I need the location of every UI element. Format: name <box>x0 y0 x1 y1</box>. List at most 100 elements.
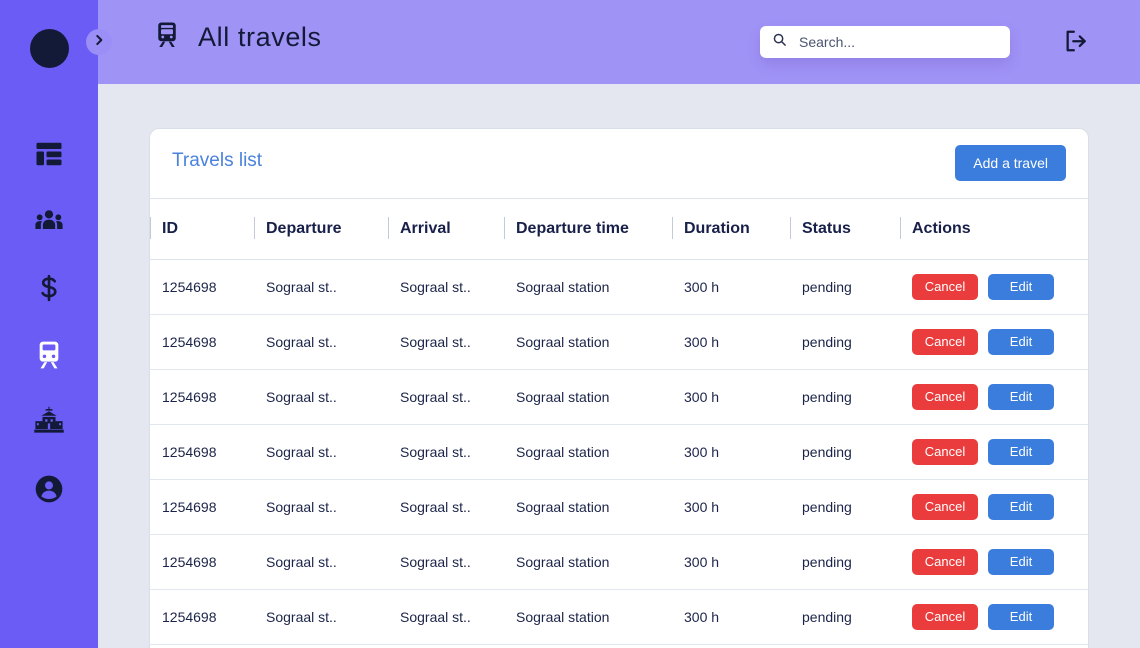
edit-button[interactable]: Edit <box>988 603 1054 630</box>
sidebar <box>0 0 112 648</box>
cell-departure: Sograal st.. <box>254 644 388 648</box>
edit-button[interactable]: Edit <box>988 438 1054 465</box>
sidebar-item-payments[interactable] <box>0 254 98 321</box>
people-group-icon <box>33 205 65 237</box>
action-buttons: Cancel Edit <box>912 328 1088 355</box>
cell-duration: 300 h <box>672 479 790 535</box>
sidebar-item-travels[interactable] <box>0 321 98 388</box>
cell-departure: Sograal st.. <box>254 589 388 645</box>
cell-arrival: Sograal st.. <box>388 479 504 535</box>
table-row: 1254698Sograal st..Sograal st..Sograal s… <box>150 589 1088 645</box>
column-header-actions[interactable]: Actions <box>900 199 1088 260</box>
column-header-arrival[interactable]: Arrival <box>388 199 504 260</box>
cancel-button[interactable]: Cancel <box>912 493 978 520</box>
edit-button[interactable]: Edit <box>988 273 1054 300</box>
action-buttons: Cancel Edit <box>912 548 1088 575</box>
table-row: 1254698Sograal st..Sograal st..Sograal s… <box>150 534 1088 590</box>
sidebar-toggle-button[interactable] <box>86 29 112 55</box>
action-buttons: Cancel Edit <box>912 603 1088 630</box>
cell-id: 1254698 <box>150 424 254 480</box>
table-row: 1254698Sograal st..Sograal st..Sograal s… <box>150 259 1088 315</box>
cell-status: pending <box>790 644 900 648</box>
cell-arrival: Sograal st.. <box>388 369 504 425</box>
search-input[interactable] <box>799 34 994 50</box>
cell-id: 1254698 <box>150 259 254 315</box>
table-body: 1254698 Sograal st.. Sograal st.. Sograal s… <box>150 259 1088 648</box>
dollar-sign-icon <box>34 273 64 303</box>
cell-actions: Cancel Edit <box>900 314 1088 370</box>
cancel-button[interactable]: Cancel <box>912 438 978 465</box>
cell-status: pending <box>790 424 900 480</box>
cell-arrival: Sograal st.. <box>388 589 504 645</box>
logout-icon <box>1063 28 1089 59</box>
sidebar-item-account[interactable] <box>0 455 98 522</box>
cell-departure: Sograal st.. <box>254 424 388 480</box>
table-row: 1254698Sograal st..Sograal st..Sograal s… <box>150 479 1088 535</box>
edit-button[interactable]: Edit <box>988 548 1054 575</box>
cell-actions: CancelEdit <box>900 644 1088 648</box>
table-row: 1254698Sograal st..Sograal st..Sograal s… <box>150 644 1088 648</box>
edit-button[interactable]: Edit <box>988 328 1054 355</box>
column-header-departure-time[interactable]: Departure time <box>504 199 672 260</box>
column-header-id[interactable]: ID <box>150 199 254 260</box>
train-icon <box>152 20 182 55</box>
cell-departure: Sograal st.. <box>254 314 388 370</box>
sidebar-item-users[interactable] <box>0 187 98 254</box>
travels-table: ID Departure Arrival Departure time Dura… <box>150 199 1088 648</box>
add-travel-button[interactable]: Add a travel <box>955 145 1066 181</box>
logout-button[interactable] <box>1061 28 1091 58</box>
cancel-button[interactable]: Cancel <box>912 383 978 410</box>
sidebar-item-stations[interactable] <box>0 388 98 455</box>
train-icon <box>33 339 65 371</box>
sidebar-item-dashboard[interactable] <box>0 120 98 187</box>
app-root: All travels Travels list <box>0 0 1140 648</box>
cell-actions: Cancel Edit <box>900 369 1088 425</box>
cell-departure: Sograal st.. <box>254 534 388 590</box>
table-row: 1254698Sograal st..Sograal st..Sograal s… <box>150 314 1088 370</box>
cell-actions: Cancel Edit <box>900 534 1088 590</box>
cell-departure-time: Sograal station <box>504 314 672 370</box>
cell-duration: 300 h <box>672 369 790 425</box>
cell-departure-time: Sograal station <box>504 589 672 645</box>
action-buttons: Cancel Edit <box>912 493 1088 520</box>
cell-duration: 300 h <box>672 424 790 480</box>
action-buttons: Cancel Edit <box>912 438 1088 465</box>
cell-id: 1254698 <box>150 369 254 425</box>
search-box[interactable] <box>760 26 1010 58</box>
cell-id: 1254698 <box>150 589 254 645</box>
column-header-duration[interactable]: Duration <box>672 199 790 260</box>
column-header-departure[interactable]: Departure <box>254 199 388 260</box>
cancel-button[interactable]: Cancel <box>912 603 978 630</box>
edit-button[interactable]: Edit <box>988 493 1054 520</box>
cell-duration: 300 h <box>672 534 790 590</box>
cell-departure-time: Sograal station <box>504 259 672 315</box>
cell-departure-time: Sograal station <box>504 424 672 480</box>
app-logo-circle[interactable] <box>30 29 69 68</box>
card-header: Travels list Add a travel <box>150 129 1088 199</box>
page-title: All travels <box>198 22 322 52</box>
cell-id: 1254698 <box>150 314 254 370</box>
page-title-group: All travels <box>152 20 322 55</box>
action-buttons: Cancel Edit <box>912 383 1088 410</box>
cell-actions: Cancel Edit <box>900 589 1088 645</box>
cancel-button[interactable]: Cancel <box>912 328 978 355</box>
cell-actions: Cancel Edit <box>900 259 1088 315</box>
edit-button[interactable]: Edit <box>988 383 1054 410</box>
cancel-button[interactable]: Cancel <box>912 548 978 575</box>
cell-arrival: Sograal st.. <box>388 534 504 590</box>
cell-departure: Sograal st.. <box>254 369 388 425</box>
cell-departure-time: Sograal station <box>504 644 672 648</box>
column-header-status[interactable]: Status <box>790 199 900 260</box>
chevron-right-icon <box>92 33 106 52</box>
cell-id: 1254698 <box>150 534 254 590</box>
card-title: Travels list <box>172 150 263 171</box>
dashboard-layout-icon <box>34 139 64 169</box>
top-header-bar: All travels <box>98 0 1140 84</box>
cancel-button[interactable]: Cancel <box>912 273 978 300</box>
cell-arrival: Sograal st.. <box>388 314 504 370</box>
cell-departure: Sograal st.. <box>254 479 388 535</box>
cell-departure-time: Sograal station <box>504 534 672 590</box>
sidebar-nav-list <box>0 120 98 522</box>
cell-status: pending <box>790 314 900 370</box>
cell-duration: 300 h <box>672 589 790 645</box>
